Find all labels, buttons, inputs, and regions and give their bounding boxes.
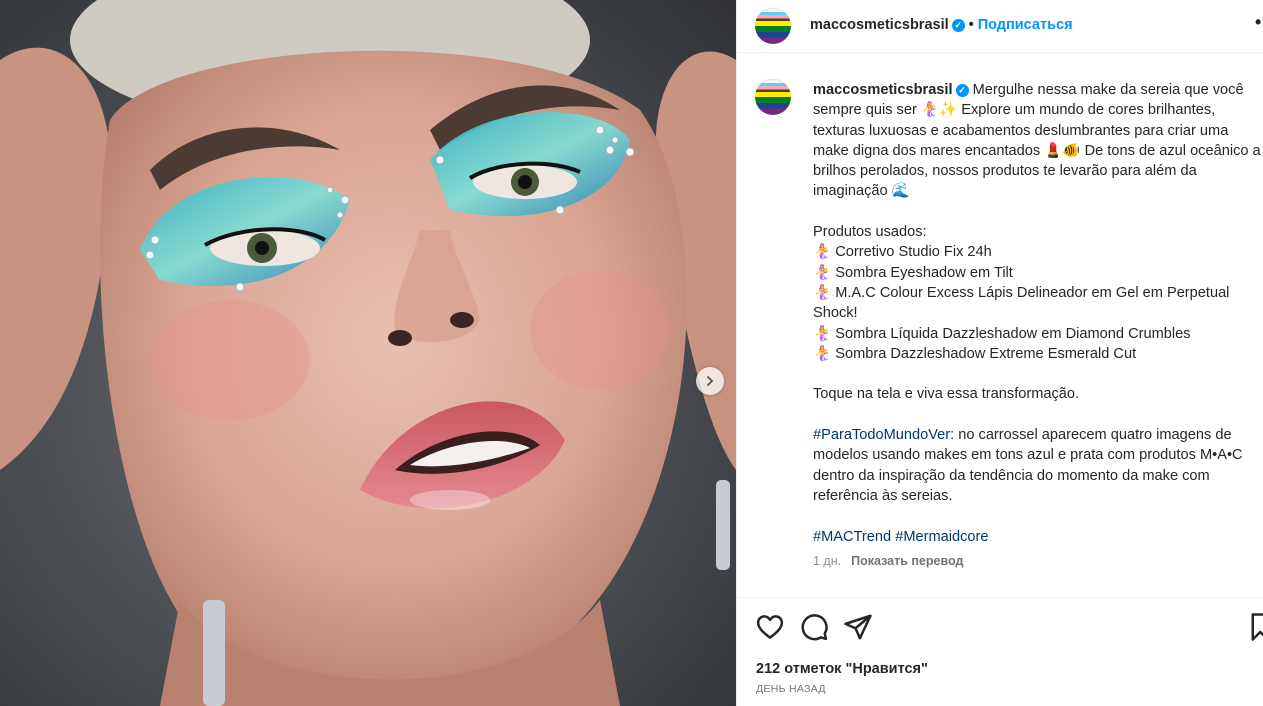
likes-count[interactable]: 212 отметок "Нравится" — [756, 661, 928, 677]
caption-products-heading: Produtos usados: — [813, 224, 927, 241]
next-media-button[interactable] — [696, 367, 724, 395]
caption-section: maccosmeticsbrasil ✓ Mergulhe nessa make … — [737, 52, 1263, 598]
separator-dot: • — [968, 17, 974, 33]
post-time[interactable]: 1 дн. — [813, 554, 841, 568]
action-bar — [737, 598, 1263, 658]
caption-product-1: 🧜‍♀️ Corretivo Studio Fix 24h — [813, 244, 992, 261]
post-timestamp[interactable]: ДЕНЬ НАЗАД — [756, 683, 826, 695]
header-user-line: maccosmeticsbrasil ✓ • Подписаться — [810, 17, 1073, 33]
caption-avatar[interactable] — [755, 79, 791, 115]
hashtag-link[interactable]: #ParaTodoMundoVer — [813, 427, 950, 443]
caption-cta: Toque na tela e viva essa transformação. — [813, 386, 1080, 403]
post-photo — [0, 0, 736, 706]
follow-button[interactable]: Подписаться — [978, 17, 1073, 33]
hashtag-link[interactable]: #Mermaidcore — [895, 529, 988, 545]
post-header: maccosmeticsbrasil ✓ • Подписаться • — [737, 0, 1263, 53]
post-media[interactable] — [0, 0, 736, 706]
send-icon[interactable] — [843, 612, 873, 642]
show-translation-button[interactable]: Показать перевод — [851, 554, 963, 568]
caption-product-4: 🧜‍♀️ Sombra Líquida Dazzleshadow em Diam… — [813, 325, 1191, 342]
caption-meta: 1 дн. Показать перевод — [813, 554, 963, 568]
avatar[interactable] — [755, 8, 791, 44]
hashtag-link[interactable]: #MACTrend — [813, 529, 891, 545]
comment-icon[interactable] — [799, 612, 829, 642]
caption-text: maccosmeticsbrasil ✓ Mergulhe nessa make … — [813, 80, 1263, 547]
more-options-icon[interactable]: • — [1255, 12, 1261, 33]
caption-username[interactable]: maccosmeticsbrasil — [813, 82, 953, 98]
verified-badge-icon: ✓ — [951, 19, 965, 32]
caption-product-5: 🧜‍♀️ Sombra Dazzleshadow Extreme Esmeral… — [813, 345, 1137, 362]
verified-badge-icon: ✓ — [955, 84, 969, 97]
caption-product-2: 🧜‍♀️ Sombra Eyeshadow em Tilt — [813, 264, 1013, 281]
caption-product-3: 🧜‍♀️ M.A.C Colour Excess Lápis Delineado… — [813, 284, 1234, 322]
post-side-panel: maccosmeticsbrasil ✓ • Подписаться • maccos… — [736, 0, 1263, 706]
username-link[interactable]: maccosmeticsbrasil — [810, 17, 949, 33]
heart-icon[interactable] — [755, 612, 785, 642]
caption-intro: Mergulhe nessa make da sereia que você s… — [813, 82, 1261, 200]
instagram-post-view: maccosmeticsbrasil ✓ • Подписаться • maccos… — [0, 0, 1263, 706]
chevron-right-icon — [707, 376, 714, 386]
bookmark-icon[interactable] — [1249, 612, 1263, 642]
